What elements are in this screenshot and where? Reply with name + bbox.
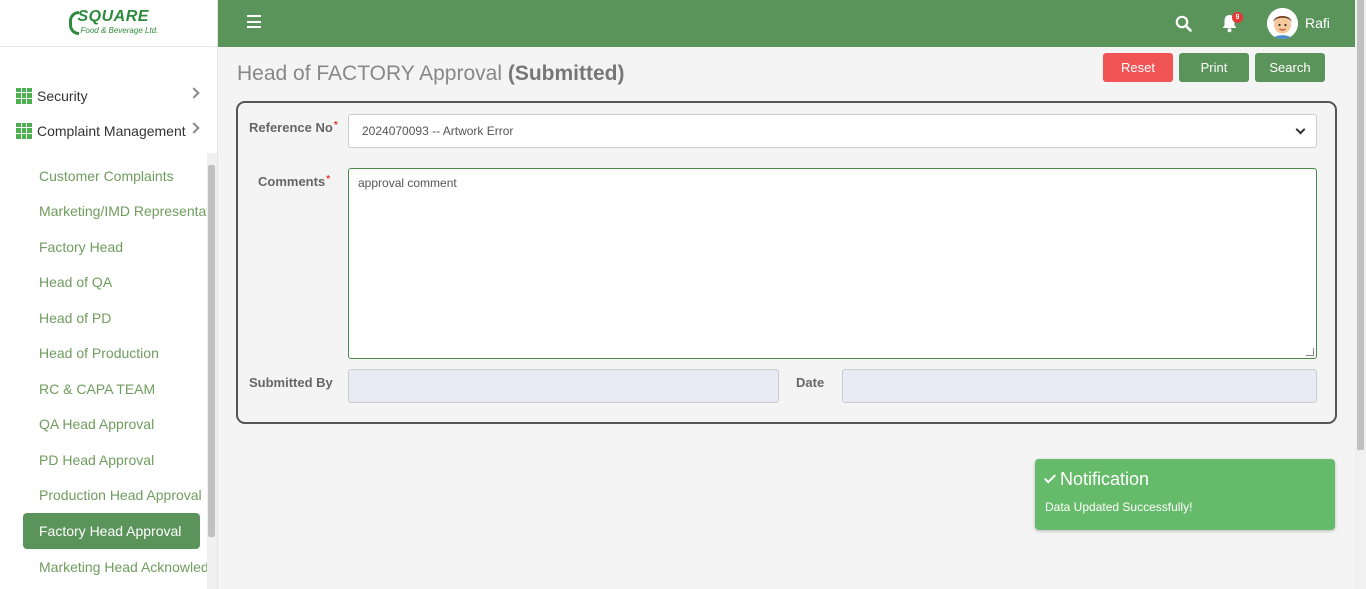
- sidebar-item-security[interactable]: Security: [0, 78, 217, 113]
- search-icon[interactable]: [1175, 15, 1192, 32]
- chevron-right-icon: [188, 122, 200, 134]
- sidebar-item-qa-head-approval[interactable]: QA Head Approval: [0, 407, 208, 443]
- reference-no-label: Reference No*: [249, 120, 338, 135]
- notification-message: Data Updated Successfully!: [1045, 500, 1193, 514]
- sidebar-item-pd-head-approval[interactable]: PD Head Approval: [0, 442, 208, 478]
- sidebar-item-factory-head[interactable]: Factory Head: [0, 229, 208, 265]
- chevron-down-icon: [1295, 124, 1306, 135]
- sidebar-sub-menu: Customer Complaints Marketing/IMD Repres…: [0, 158, 208, 585]
- logo-area: SQUARE Food & Beverage Ltd.: [0, 0, 217, 47]
- check-icon: [1043, 471, 1057, 484]
- grid-icon: [16, 122, 32, 139]
- page-scrollbar-thumb[interactable]: [1357, 0, 1364, 450]
- sidebar-item-marketing-imd-representative[interactable]: Marketing/IMD Representative: [0, 194, 208, 230]
- sidebar-item-head-of-pd[interactable]: Head of PD: [0, 300, 208, 336]
- sidebar: SQUARE Food & Beverage Ltd. Security Com…: [0, 0, 218, 589]
- grid-icon: [16, 87, 32, 104]
- reset-button[interactable]: Reset: [1103, 53, 1173, 82]
- sidebar-item-label: Security: [37, 87, 88, 104]
- print-button[interactable]: Print: [1179, 53, 1249, 82]
- notification-title: Notification: [1043, 469, 1149, 490]
- reference-no-select[interactable]: 2024070093 -- Artwork Error: [348, 114, 1317, 148]
- comments-value: approval comment: [358, 176, 457, 190]
- comments-label: Comments*: [258, 174, 331, 189]
- logo-subtitle: Food & Beverage Ltd.: [80, 26, 159, 35]
- submitted-by-field[interactable]: [348, 369, 779, 403]
- reference-no-value: 2024070093 -- Artwork Error: [362, 124, 514, 138]
- required-marker: *: [326, 174, 331, 185]
- sidebar-item-head-of-qa[interactable]: Head of QA: [0, 265, 208, 301]
- notification-toast[interactable]: Notification Data Updated Successfully!: [1035, 459, 1335, 530]
- comments-textarea[interactable]: approval comment: [348, 168, 1317, 359]
- page-status: (Submitted): [507, 62, 625, 85]
- sidebar-scrollbar[interactable]: [207, 153, 217, 589]
- sidebar-item-customer-complaints[interactable]: Customer Complaints: [0, 158, 208, 194]
- sidebar-item-marketing-head-acknowledgement[interactable]: Marketing Head Acknowledgement: [0, 549, 208, 585]
- top-navbar: 9 Rafi: [218, 0, 1355, 47]
- notification-count-badge: 9: [1232, 12, 1243, 23]
- sidebar-scrollbar-thumb[interactable]: [208, 165, 215, 537]
- date-field[interactable]: [842, 369, 1317, 403]
- sidebar-item-rc-capa-team[interactable]: RC & CAPA TEAM: [0, 371, 208, 407]
- hamburger-menu-icon[interactable]: [247, 15, 261, 28]
- sidebar-top-menu: Security Complaint Management: [0, 78, 217, 148]
- sidebar-item-label: Complaint Management: [37, 122, 186, 139]
- page-title-text: Head of FACTORY Approval: [237, 62, 502, 85]
- logo-title: SQUARE: [77, 8, 149, 25]
- company-logo[interactable]: SQUARE Food & Beverage Ltd.: [68, 8, 158, 38]
- resize-handle-icon[interactable]: [1306, 348, 1314, 356]
- sidebar-item-complaint-management[interactable]: Complaint Management: [0, 113, 217, 148]
- avatar[interactable]: [1267, 8, 1298, 39]
- sidebar-item-factory-head-approval[interactable]: Factory Head Approval: [23, 513, 200, 549]
- required-marker: *: [333, 120, 338, 131]
- approval-form: Reference No* 2024070093 -- Artwork Erro…: [236, 101, 1337, 424]
- chevron-right-icon: [188, 87, 200, 99]
- page-scrollbar[interactable]: [1355, 0, 1366, 589]
- username[interactable]: Rafi: [1305, 15, 1330, 31]
- page-title: Head of FACTORY Approval (Submitted): [237, 62, 624, 86]
- sidebar-item-head-of-production[interactable]: Head of Production: [0, 336, 208, 372]
- search-button[interactable]: Search: [1255, 53, 1325, 82]
- sidebar-item-production-head-approval[interactable]: Production Head Approval: [0, 478, 208, 514]
- date-label: Date: [796, 375, 825, 390]
- submitted-by-label: Submitted By: [249, 375, 333, 390]
